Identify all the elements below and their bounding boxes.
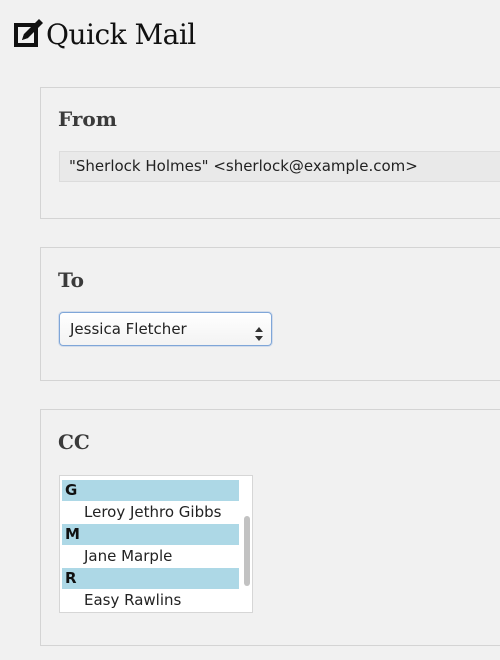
- cc-group-header: G: [62, 480, 239, 501]
- cc-heading: CC: [58, 430, 90, 454]
- cc-group-header: R: [62, 568, 239, 589]
- to-selected-value: Jessica Fletcher: [70, 320, 187, 338]
- cc-option[interactable]: Easy Rawlins: [62, 589, 239, 611]
- select-arrows-icon: [255, 321, 263, 341]
- page-title: Quick Mail: [12, 14, 196, 54]
- app-title: Quick Mail: [46, 17, 196, 51]
- to-heading: To: [58, 268, 84, 292]
- cc-scrollbar[interactable]: [244, 516, 250, 586]
- cc-listbox[interactable]: G Leroy Jethro Gibbs M Jane Marple R Eas…: [59, 475, 253, 613]
- pencil-note-icon: [12, 16, 46, 52]
- to-select[interactable]: Jessica Fletcher: [59, 312, 272, 346]
- from-heading: From: [58, 107, 117, 131]
- cc-group-header: M: [62, 524, 239, 545]
- to-section: To Jessica Fletcher: [40, 247, 500, 381]
- cc-section: CC G Leroy Jethro Gibbs M Jane Marple R …: [40, 409, 500, 646]
- from-section: From "Sherlock Holmes" <sherlock@example…: [40, 87, 500, 219]
- cc-option[interactable]: Leroy Jethro Gibbs: [62, 501, 239, 523]
- from-field[interactable]: "Sherlock Holmes" <sherlock@example.com>: [59, 151, 500, 182]
- cc-option[interactable]: Jane Marple: [62, 545, 239, 567]
